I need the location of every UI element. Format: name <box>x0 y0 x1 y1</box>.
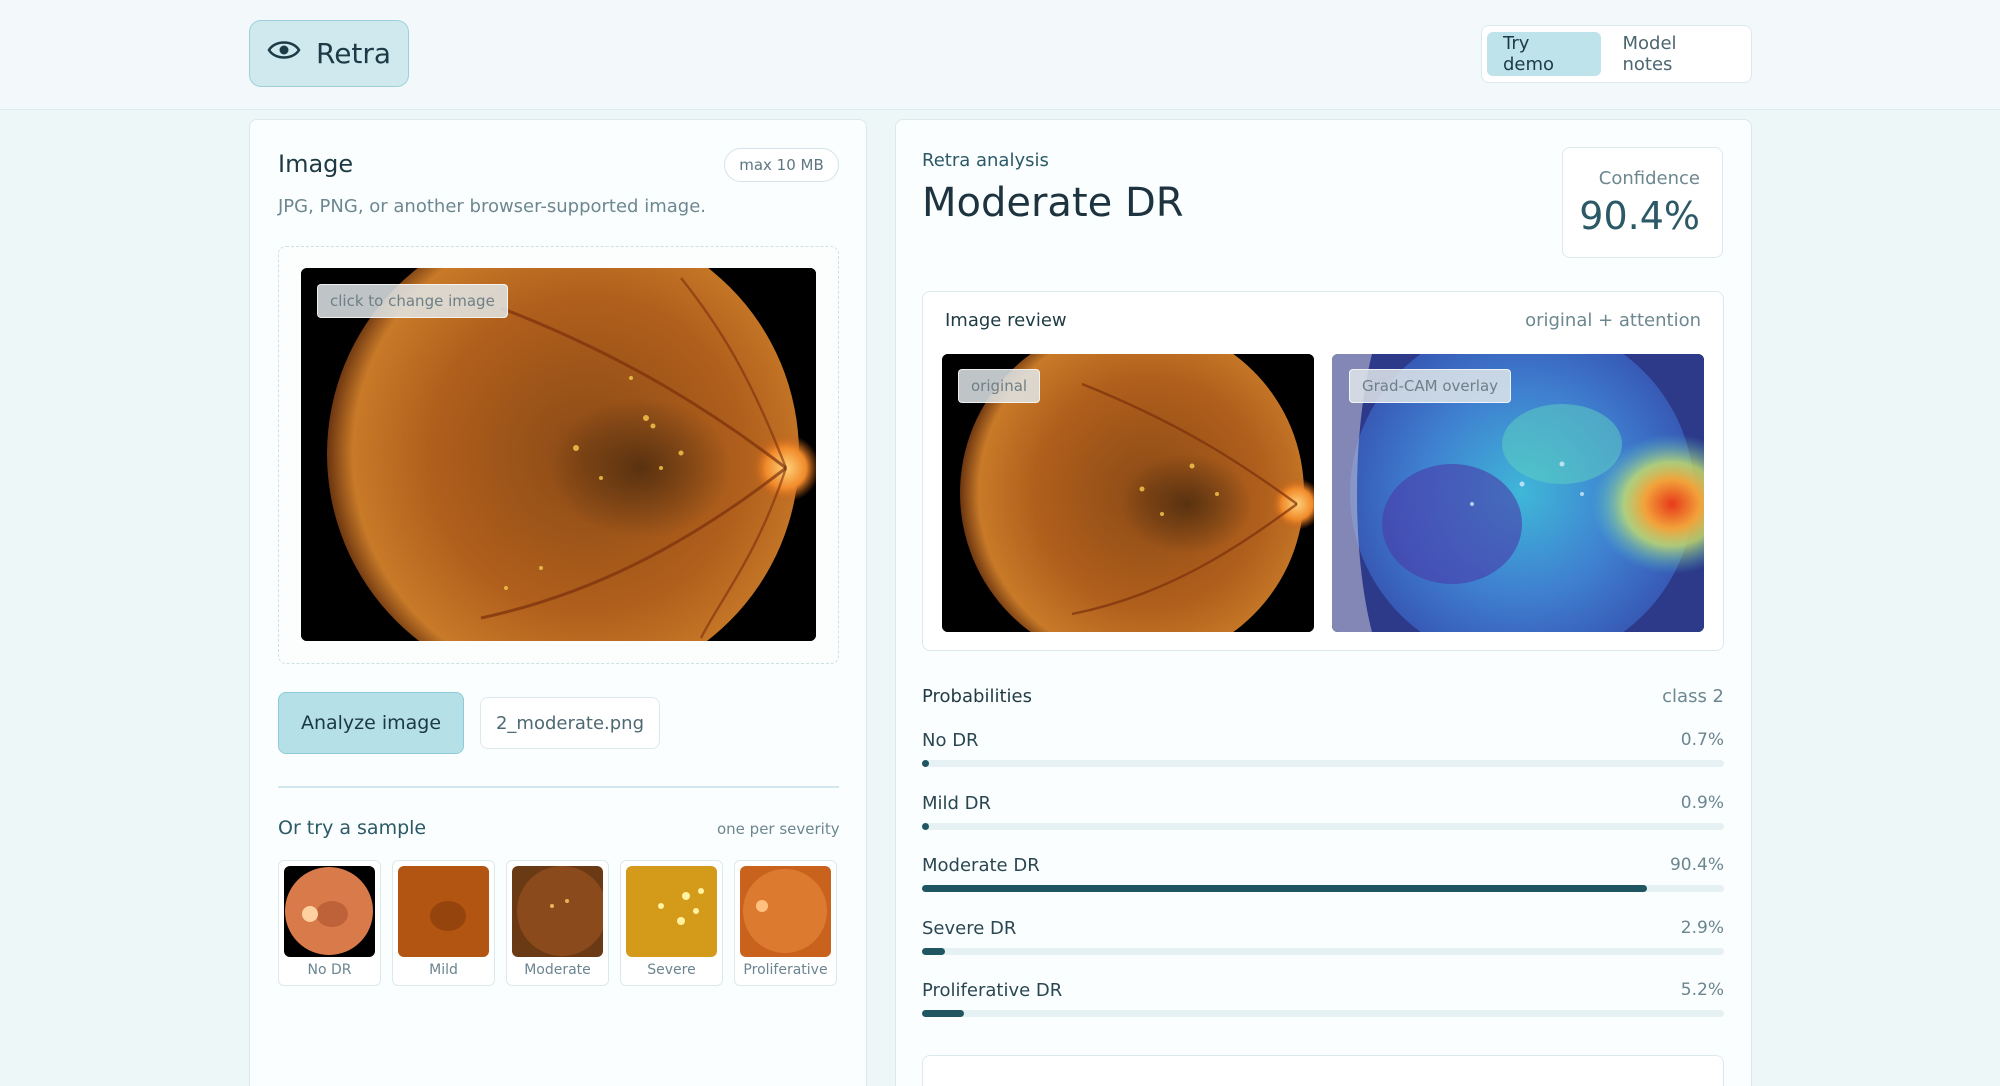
sample-mild[interactable]: Mild <box>392 860 495 986</box>
prob-row-no-dr: No DR 0.7% <box>922 730 1724 780</box>
sample-thumb <box>740 866 831 957</box>
prob-track <box>922 760 1724 767</box>
prob-label: No DR <box>922 730 979 751</box>
prob-track <box>922 948 1724 955</box>
gradcam-tag: Grad-CAM overlay <box>1349 369 1512 403</box>
sample-severe[interactable]: Severe <box>620 860 723 986</box>
review-note: original + attention <box>1525 310 1701 331</box>
sample-label: Mild <box>429 962 458 978</box>
prob-row-mild-dr: Mild DR 0.9% <box>922 793 1724 843</box>
original-tag: original <box>958 369 1041 403</box>
probabilities-title: Probabilities <box>922 686 1032 707</box>
analysis-kicker: Retra analysis <box>922 150 1049 171</box>
confidence-value: 90.4% <box>1579 194 1700 238</box>
prob-fill <box>922 1010 964 1017</box>
change-image-tag[interactable]: click to change image <box>317 284 508 318</box>
sample-proliferative[interactable]: Proliferative <box>734 860 837 986</box>
samples-note: one per severity <box>717 820 840 838</box>
samples-title: Or try a sample <box>278 817 427 839</box>
sample-label: No DR <box>307 962 352 978</box>
nav-tabs: Try demo Model notes <box>1481 25 1752 83</box>
prob-fill <box>922 885 1647 892</box>
sample-thumb <box>512 866 603 957</box>
prob-label: Proliferative DR <box>922 980 1063 1001</box>
sample-label: Severe <box>647 962 696 978</box>
tab-model-notes[interactable]: Model notes <box>1607 32 1747 76</box>
upload-hint: JPG, PNG, or another browser-supported i… <box>278 196 706 217</box>
prob-row-moderate-dr: Moderate DR 90.4% <box>922 855 1724 905</box>
sample-moderate[interactable]: Moderate <box>506 860 609 986</box>
top-bar: Retra Try demo Model notes <box>0 0 2000 110</box>
tab-try-demo[interactable]: Try demo <box>1487 32 1601 76</box>
prob-value: 0.9% <box>1680 793 1724 813</box>
upload-title: Image <box>278 150 354 178</box>
sample-thumb <box>626 866 717 957</box>
prob-row-severe-dr: Severe DR 2.9% <box>922 918 1724 968</box>
prob-value: 2.9% <box>1680 918 1724 938</box>
sample-label: Proliferative <box>743 962 828 978</box>
prob-track <box>922 885 1724 892</box>
size-badge: max 10 MB <box>724 148 839 182</box>
review-title: Image review <box>945 310 1067 331</box>
confidence-label: Confidence <box>1598 168 1700 189</box>
brand-logo[interactable]: Retra <box>249 20 409 87</box>
prob-fill <box>922 948 946 955</box>
confidence-box: Confidence 90.4% <box>1562 147 1723 258</box>
analyze-button[interactable]: Analyze image <box>278 692 464 754</box>
result-title: Moderate DR <box>922 180 1184 226</box>
prob-fill <box>922 760 929 767</box>
prob-track <box>922 823 1724 830</box>
uploaded-image[interactable] <box>301 268 816 641</box>
sample-no-dr[interactable]: No DR <box>278 860 381 986</box>
probabilities-note: class 2 <box>1662 686 1724 707</box>
prob-fill <box>922 823 930 830</box>
eye-icon <box>266 32 302 75</box>
prob-label: Mild DR <box>922 793 992 814</box>
sample-thumb <box>398 866 489 957</box>
sample-thumb <box>284 866 375 957</box>
prob-track <box>922 1010 1724 1017</box>
prob-value: 5.2% <box>1680 980 1724 1000</box>
file-name-chip: 2_moderate.png <box>480 697 660 749</box>
sample-label: Moderate <box>524 962 591 978</box>
divider <box>278 786 839 788</box>
prob-label: Severe DR <box>922 918 1017 939</box>
clinical-note-box <box>922 1055 1724 1086</box>
prob-value: 90.4% <box>1669 855 1724 875</box>
prob-value: 0.7% <box>1680 730 1724 750</box>
prob-label: Moderate DR <box>922 855 1040 876</box>
prob-row-proliferative-dr: Proliferative DR 5.2% <box>922 980 1724 1030</box>
brand-name: Retra <box>316 37 392 70</box>
